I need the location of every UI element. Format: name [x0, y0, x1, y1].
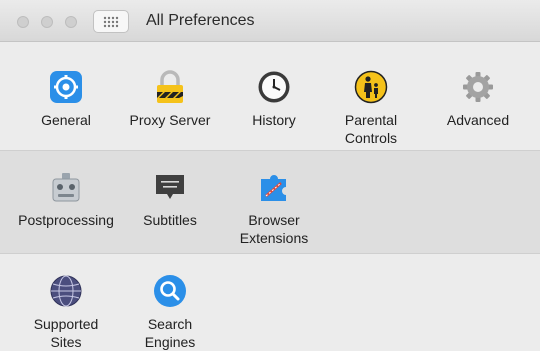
pref-browser-extensions[interactable]: Browser Extensions: [224, 170, 324, 247]
clock-icon: [258, 71, 290, 103]
parental-controls-icon: [354, 70, 388, 104]
title-bar: All Preferences: [0, 0, 540, 42]
pref-subtitles[interactable]: Subtitles: [120, 170, 220, 229]
preferences-section-sites: Supported Sites Search Engines: [0, 254, 540, 350]
magnifier-icon: [154, 275, 186, 307]
globe-icon: [50, 275, 82, 307]
pref-advanced[interactable]: Advanced: [428, 70, 528, 129]
pref-label: Supported Sites: [33, 316, 99, 350]
pref-label: Proxy Server: [129, 112, 211, 128]
pref-label: History: [252, 112, 296, 128]
pref-search-engines[interactable]: Search Engines: [120, 274, 220, 351]
pref-label: Search Engines: [144, 316, 196, 350]
show-all-button[interactable]: [93, 10, 129, 33]
pref-label: Browser Extensions: [239, 212, 309, 246]
pref-label: Parental Controls: [344, 112, 398, 146]
window-title: All Preferences: [146, 12, 255, 29]
puzzle-piece-icon: [261, 175, 286, 201]
proxy-lock-icon: [157, 70, 183, 103]
general-gear-icon: [50, 71, 82, 103]
advanced-gear-icon: [463, 72, 493, 102]
postprocessing-icon: [52, 173, 80, 202]
pref-general[interactable]: General: [16, 70, 116, 129]
close-window-button[interactable]: [17, 16, 29, 28]
pref-label: Subtitles: [143, 212, 197, 228]
pref-postprocessing[interactable]: Postprocessing: [16, 170, 116, 229]
zoom-window-button[interactable]: [65, 16, 77, 28]
preferences-section-processing: Postprocessing Subtitles Browser Extensi…: [0, 151, 540, 254]
pref-history[interactable]: History: [224, 70, 324, 129]
minimize-window-button[interactable]: [41, 16, 53, 28]
pref-label: Advanced: [446, 112, 510, 128]
pref-supported-sites[interactable]: Supported Sites: [16, 274, 116, 351]
pref-label: Postprocessing: [18, 212, 114, 228]
subtitles-icon: [156, 175, 184, 199]
pref-label: General: [41, 112, 91, 128]
pref-proxy-server[interactable]: Proxy Server: [120, 70, 220, 129]
preferences-section-general: General Proxy Server History Parental Co…: [0, 42, 540, 151]
pref-parental-controls[interactable]: Parental Controls: [321, 70, 421, 147]
grid-icon: [103, 16, 119, 27]
